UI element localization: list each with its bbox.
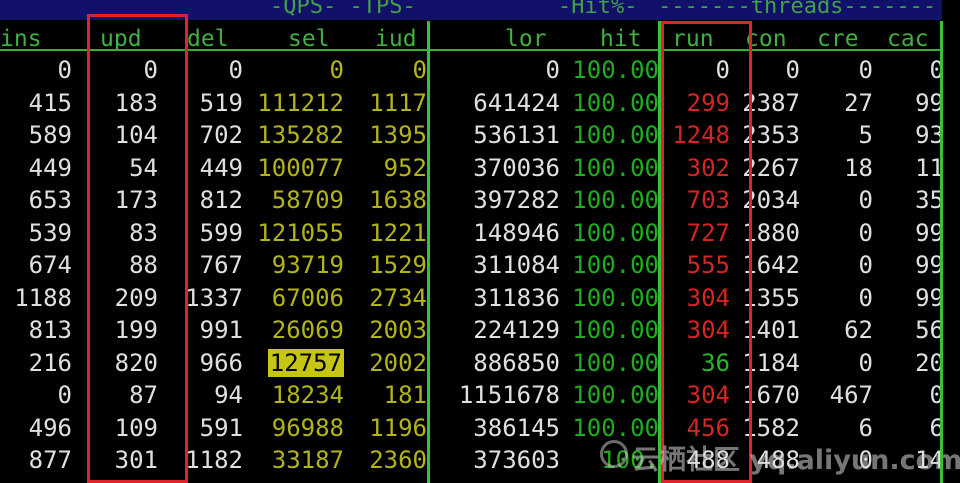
cell-iud: 1221 bbox=[369, 218, 427, 247]
cell-cac: 20 bbox=[915, 348, 944, 377]
cell-iud: 1395 bbox=[369, 121, 427, 149]
watermark-logo-icon bbox=[600, 440, 628, 468]
cell-iud: 2734 bbox=[369, 283, 427, 312]
cell-cac: 99 bbox=[915, 251, 944, 279]
cell-cac: 11 bbox=[915, 153, 944, 182]
cell-cac: 35 bbox=[915, 186, 944, 214]
cell-cac: 99 bbox=[915, 88, 944, 117]
cell-iud: 1529 bbox=[369, 251, 427, 279]
highlight-box-run bbox=[661, 21, 752, 483]
cell-iud: 0 bbox=[412, 56, 427, 84]
cell-iud: 1196 bbox=[369, 413, 427, 442]
cell-iud: 2002 bbox=[369, 348, 427, 377]
cell-cac: 0 bbox=[929, 56, 944, 84]
cell-iud: 2003 bbox=[369, 316, 427, 344]
cell-cac: 93 bbox=[915, 121, 944, 149]
cell-iud: 2360 bbox=[369, 446, 427, 474]
hit-group-label: -Hit%- bbox=[558, 0, 638, 19]
cell-iud: 181 bbox=[383, 381, 427, 409]
column-separator bbox=[940, 21, 943, 483]
column-separator bbox=[427, 21, 430, 483]
watermark: 云栖社区 yq.aliyun.com bbox=[632, 445, 960, 476]
column-separator bbox=[658, 21, 661, 483]
threads-group-label: -------threads------- bbox=[658, 0, 937, 19]
cell-iud: 952 bbox=[383, 153, 427, 182]
highlight-box-upd bbox=[87, 14, 188, 483]
cell-cac: 0 bbox=[929, 381, 944, 409]
cell-iud: 1117 bbox=[369, 88, 427, 117]
cell-cac: 56 bbox=[915, 316, 944, 344]
qps-tps-group-label: -QPS- -TPS- bbox=[270, 0, 416, 19]
cell-cac: 99 bbox=[915, 283, 944, 312]
cell-cac: 99 bbox=[915, 218, 944, 247]
cell-iud: 1638 bbox=[369, 186, 427, 214]
